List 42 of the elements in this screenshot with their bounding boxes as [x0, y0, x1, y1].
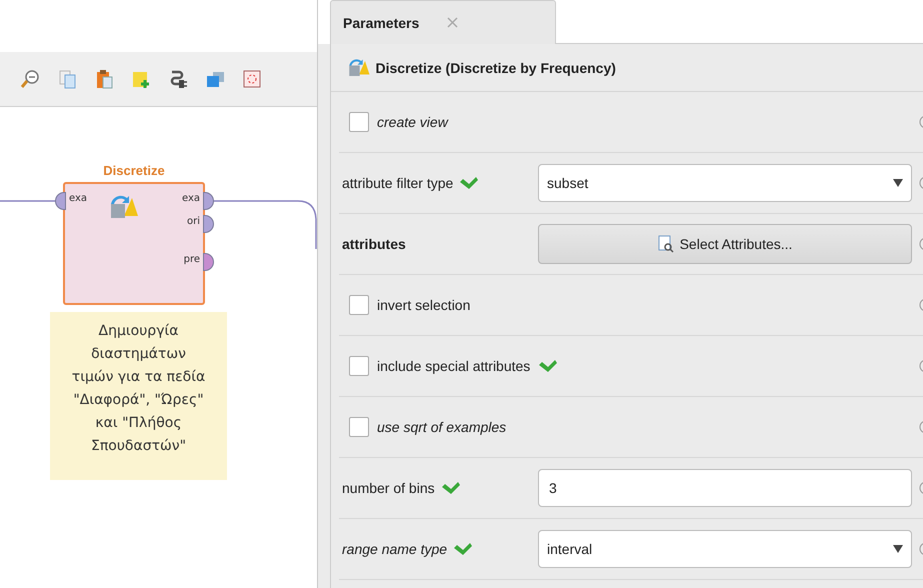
parameter-label: number of bins — [342, 480, 435, 496]
zoom-out-icon[interactable] — [20, 69, 40, 89]
parameter-label: include special attributes — [377, 358, 530, 374]
dropdown[interactable]: interval — [538, 530, 912, 568]
port-label: exa — [182, 193, 200, 204]
dropdown-caret-icon — [893, 545, 903, 553]
parameter-label: attributes — [342, 236, 406, 252]
parameter-label: range name type — [342, 541, 448, 557]
paste-icon[interactable] — [94, 69, 114, 89]
operator-title: Discretize — [102, 163, 166, 178]
output-port[interactable] — [203, 192, 214, 210]
checkbox[interactable] — [349, 295, 369, 315]
document-search-icon — [658, 235, 674, 253]
annotation-note: Δημιουργία διαστημάτων τιμών για τα πεδία "Διαφορά", "Ώρες" και "Πλήθος Σπουδαστών" — [50, 312, 227, 480]
layout-icon[interactable] — [242, 69, 262, 89]
operator-node[interactable] — [63, 182, 205, 305]
windows-icon[interactable] — [205, 69, 225, 89]
close-icon[interactable] — [447, 17, 458, 28]
operator-icon — [108, 194, 138, 220]
checkbox[interactable] — [349, 112, 369, 132]
port-label: pre — [184, 254, 200, 265]
parameter-label: use sqrt of examples — [377, 419, 506, 435]
plug-icon[interactable] — [168, 69, 188, 89]
select-attributes-button[interactable]: Select Attributes... — [538, 224, 912, 264]
checkbox[interactable] — [349, 356, 369, 376]
output-port[interactable] — [203, 253, 214, 271]
add-note-icon[interactable] — [131, 69, 151, 89]
parameter-label: attribute filter type — [342, 175, 454, 191]
parameters-tab[interactable]: Parameters — [330, 0, 556, 44]
input-field[interactable]: 3 — [538, 469, 912, 507]
dropdown[interactable]: subset — [538, 164, 912, 202]
parameter-label: invert selection — [377, 297, 470, 313]
dropdown-caret-icon — [893, 179, 903, 187]
operator-icon — [347, 58, 370, 78]
checkbox[interactable] — [349, 417, 369, 437]
parameter-label: create view — [377, 114, 448, 130]
output-port[interactable] — [203, 215, 214, 233]
operator-heading: Discretize (Discretize by Frequency) — [376, 60, 616, 76]
copy-icon[interactable] — [57, 69, 77, 89]
port-label: ori — [186, 216, 200, 227]
input-port[interactable] — [55, 192, 66, 210]
port-label: exa — [69, 193, 88, 204]
